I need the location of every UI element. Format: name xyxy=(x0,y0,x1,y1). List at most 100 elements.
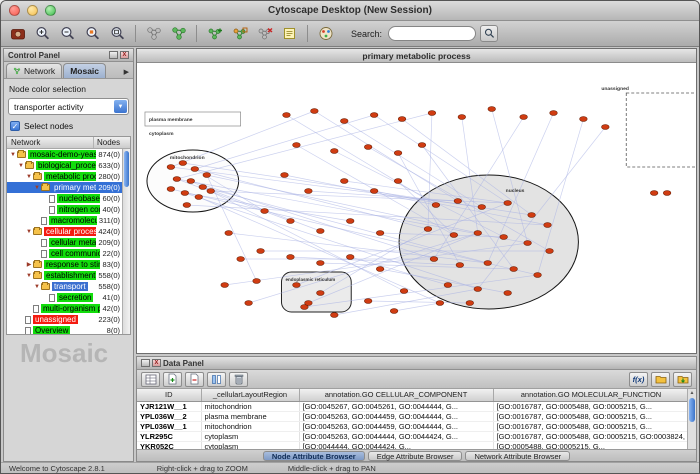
search-go-button[interactable] xyxy=(480,25,498,42)
tab-network-attribute-browser[interactable]: Network Attribute Browser xyxy=(465,451,570,461)
network-node[interactable] xyxy=(394,151,402,156)
tree-expand-icon[interactable]: ▼ xyxy=(25,174,33,180)
network-node[interactable] xyxy=(293,143,301,148)
table-cell[interactable]: [GO:0016787, GO:0005488, GO:0005215, GO:… xyxy=(493,431,689,441)
network-node[interactable] xyxy=(376,231,384,236)
network-node[interactable] xyxy=(504,291,512,296)
network-node[interactable] xyxy=(663,191,671,196)
table-cell[interactable]: mitochondrion xyxy=(201,401,299,411)
float-panel-icon[interactable] xyxy=(141,359,150,367)
network-node[interactable] xyxy=(370,113,378,118)
zoom-out-button[interactable] xyxy=(56,23,79,44)
network-node[interactable] xyxy=(346,255,354,260)
table-row[interactable]: YLR295Ccytoplasm[GO:0045263, GO:0044444,… xyxy=(137,431,689,441)
import-attributes-button[interactable] xyxy=(651,372,670,387)
tree-row[interactable]: secretion41(0) xyxy=(7,292,130,303)
load-attributes-button[interactable] xyxy=(673,372,692,387)
tree-header-nodes[interactable]: Nodes xyxy=(94,137,130,148)
column-header[interactable]: ID xyxy=(137,389,201,401)
hide-graphics-details-button[interactable] xyxy=(142,23,165,44)
network-node[interactable] xyxy=(394,179,402,184)
tree-row[interactable]: nitrogen compo...40(0) xyxy=(7,204,130,215)
table-cell[interactable]: [GO:0045267, GO:0045261, GO:0044444, G..… xyxy=(299,401,493,411)
network-node[interactable] xyxy=(524,241,532,246)
network-node[interactable] xyxy=(181,191,189,196)
network-node[interactable] xyxy=(293,283,301,288)
node-color-combobox[interactable]: transporter activity ▼ xyxy=(8,98,129,115)
network-node[interactable] xyxy=(580,117,588,122)
zoom-in-button[interactable] xyxy=(31,23,54,44)
network-node[interactable] xyxy=(305,301,313,306)
table-cell[interactable]: [GO:0045263, GO:0044444, GO:0044424, G..… xyxy=(299,431,493,441)
tree-scrollbar-thumb[interactable] xyxy=(124,151,129,187)
table-cell[interactable]: [GO:0045263, GO:0044459, GO:0044444, G..… xyxy=(299,411,493,421)
tree-row[interactable]: ▼establishment of lo...558(0) xyxy=(7,270,130,281)
tree-expand-icon[interactable]: ▼ xyxy=(33,284,41,290)
table-cell[interactable]: YPL036W__1 xyxy=(137,421,201,431)
network-node[interactable] xyxy=(478,205,486,210)
table-cell[interactable]: cytoplasm xyxy=(201,441,299,449)
zoom-window-icon[interactable] xyxy=(45,5,56,16)
network-node[interactable] xyxy=(331,149,339,154)
tree-row[interactable]: ▼primary metabo...209(0) xyxy=(7,182,130,193)
network-node[interactable] xyxy=(225,231,233,236)
table-row[interactable]: YJR121W__1mitochondrion[GO:0045267, GO:0… xyxy=(137,401,689,411)
tree-expand-icon[interactable]: ▼ xyxy=(17,163,25,169)
tree-expand-icon[interactable]: ▼ xyxy=(33,185,41,191)
network-node[interactable] xyxy=(474,287,482,292)
tree-row[interactable]: unassigned223(0) xyxy=(7,314,130,325)
network-node[interactable] xyxy=(510,267,518,272)
network-node[interactable] xyxy=(257,249,265,254)
close-panel-icon[interactable]: x xyxy=(120,51,129,59)
destroy-network-button[interactable] xyxy=(253,23,276,44)
network-node[interactable] xyxy=(283,113,291,118)
tree-row[interactable]: nucleobase...60(0) xyxy=(7,193,130,204)
tree-expand-icon[interactable]: ▼ xyxy=(9,152,17,158)
network-node[interactable] xyxy=(466,301,474,306)
network-node[interactable] xyxy=(488,107,496,112)
snapshot-button[interactable] xyxy=(6,23,29,44)
network-node[interactable] xyxy=(544,223,552,228)
tree-row[interactable]: cell communic...22(0) xyxy=(7,248,130,259)
network-node[interactable] xyxy=(458,115,466,120)
column-header[interactable]: _cellularLayoutRegion xyxy=(201,389,299,401)
network-node[interactable] xyxy=(221,283,229,288)
close-panel-icon[interactable]: x xyxy=(152,359,161,367)
delete-rows-button[interactable] xyxy=(229,372,248,387)
network-node[interactable] xyxy=(305,189,313,194)
network-node[interactable] xyxy=(317,261,325,266)
table-cell[interactable]: mitochondrion xyxy=(201,421,299,431)
tree-row[interactable]: multi-organism pr...42(0) xyxy=(7,303,130,314)
table-row[interactable]: YPL036W__1mitochondrion[GO:0045263, GO:0… xyxy=(137,421,689,431)
network-node[interactable] xyxy=(173,177,181,182)
network-node[interactable] xyxy=(346,219,354,224)
scroll-up-icon[interactable]: ▲ xyxy=(688,389,696,397)
function-builder-button[interactable]: f(x) xyxy=(629,372,648,387)
tree-row[interactable]: ▼transport558(0) xyxy=(7,281,130,292)
tree-row[interactable]: Overview8(0) xyxy=(7,325,130,335)
table-cell[interactable]: plasma membrane xyxy=(201,411,299,421)
table-cell[interactable]: YJR121W__1 xyxy=(137,401,201,411)
data-panel-titlebar[interactable]: x Data Panel xyxy=(137,357,696,370)
chevron-down-icon[interactable]: ▼ xyxy=(114,100,127,113)
new-network-button[interactable] xyxy=(203,23,226,44)
network-canvas[interactable]: plasma membranecytoplasmmitochondrionnuc… xyxy=(137,63,696,353)
table-cell[interactable]: [GO:0016787, GO:0005488, GO:0005215, G..… xyxy=(493,421,689,431)
minimize-window-icon[interactable] xyxy=(27,5,38,16)
network-node[interactable] xyxy=(428,111,436,116)
network-node[interactable] xyxy=(317,291,325,296)
search-input[interactable] xyxy=(388,26,476,41)
tree-row[interactable]: ▼biological_process633(0) xyxy=(7,160,130,171)
network-node[interactable] xyxy=(376,267,384,272)
network-node[interactable] xyxy=(237,257,245,262)
network-node[interactable] xyxy=(454,199,462,204)
tab-mosaic[interactable]: Mosaic xyxy=(63,63,106,78)
network-node[interactable] xyxy=(534,273,542,278)
zoom-fit-button[interactable] xyxy=(106,23,129,44)
network-node[interactable] xyxy=(436,301,444,306)
table-row[interactable]: YKR052Ccytoplasm[GO:0044444, GO:0044424,… xyxy=(137,441,689,449)
network-node[interactable] xyxy=(331,313,339,318)
tree-header-network[interactable]: Network xyxy=(7,137,94,148)
network-node[interactable] xyxy=(167,165,175,170)
network-node[interactable] xyxy=(456,263,464,268)
